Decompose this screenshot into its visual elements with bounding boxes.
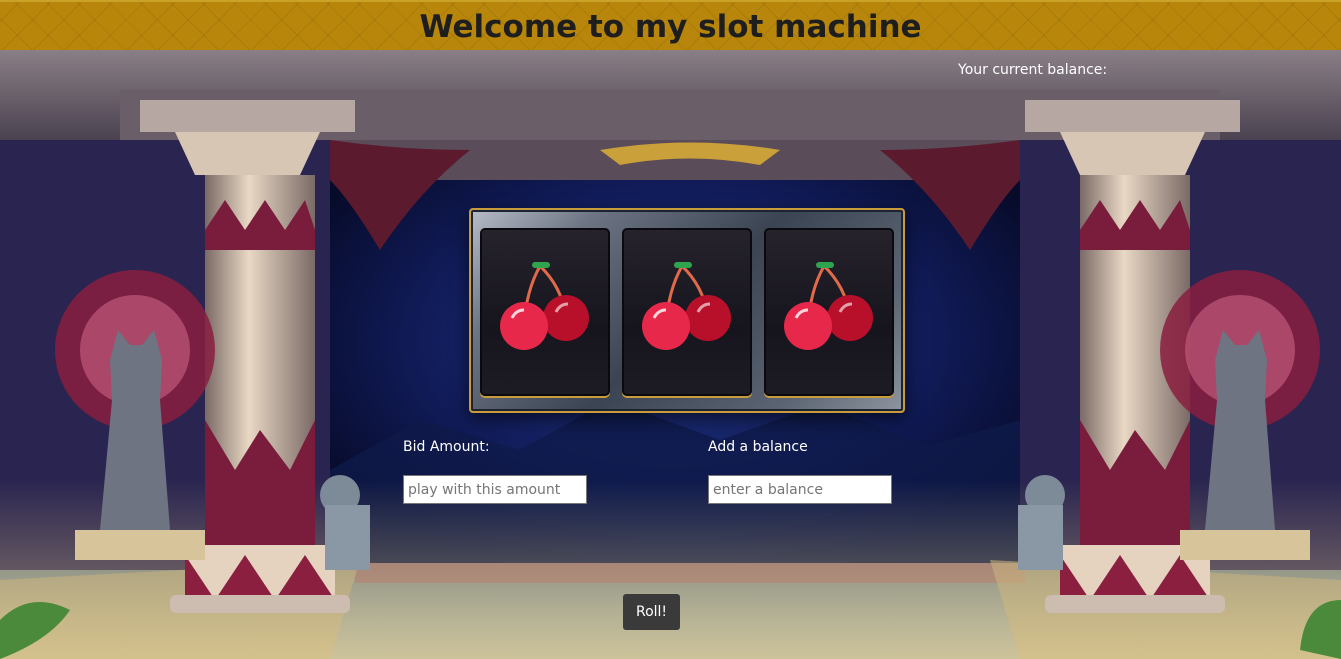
add-balance-label: Add a balance: [708, 439, 808, 455]
page-header: Welcome to my slot machine: [0, 2, 1341, 50]
page-title: Welcome to my slot machine: [419, 9, 922, 45]
top-strip: [0, 0, 1341, 2]
cherry-icon: [500, 262, 589, 350]
roll-button[interactable]: Roll!: [623, 594, 680, 630]
current-balance-label: Your current balance:: [958, 62, 1108, 78]
bid-amount-input[interactable]: [403, 475, 587, 504]
cherry-icon: [784, 262, 873, 350]
cherry-icon: [642, 262, 731, 350]
slot-machine: [469, 208, 905, 413]
add-balance-input[interactable]: [708, 475, 892, 504]
bid-amount-label: Bid Amount:: [403, 439, 490, 455]
reel-1: [480, 228, 610, 396]
reel-2: [622, 228, 752, 396]
reel-3: [764, 228, 894, 396]
